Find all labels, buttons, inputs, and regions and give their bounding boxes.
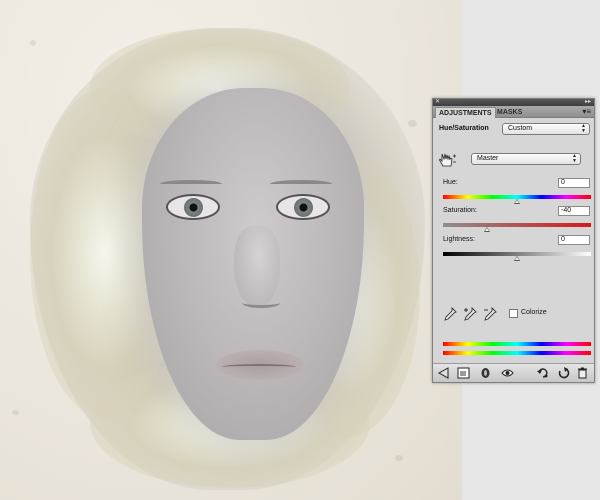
panel-bottom-toolbar bbox=[433, 363, 594, 382]
tab-adjustments[interactable]: ADJUSTMENTS bbox=[435, 107, 496, 118]
expand-view-icon[interactable] bbox=[457, 367, 470, 379]
lightness-slider-thumb[interactable] bbox=[514, 256, 520, 261]
input-color-bar bbox=[443, 342, 591, 346]
paper-speck bbox=[395, 455, 403, 461]
portrait-photo bbox=[30, 28, 425, 490]
view-previous-icon[interactable] bbox=[537, 367, 550, 379]
collapse-icon[interactable]: ▸▸ bbox=[585, 99, 591, 106]
left-iris bbox=[184, 198, 203, 217]
hue-label: Hue: bbox=[443, 179, 458, 186]
left-eye bbox=[166, 194, 220, 220]
hue-slider-thumb[interactable] bbox=[514, 199, 520, 204]
colorize-label: Colorize bbox=[521, 309, 547, 316]
eyedropper-plus-icon[interactable] bbox=[463, 307, 477, 321]
tab-masks[interactable]: MASKS bbox=[494, 107, 525, 118]
lightness-label: Lightness: bbox=[443, 236, 475, 243]
saturation-value-field[interactable]: -40 bbox=[558, 206, 590, 216]
saturation-slider-track[interactable] bbox=[443, 223, 591, 227]
adjustment-title: Hue/Saturation bbox=[439, 125, 489, 132]
right-eyebrow bbox=[270, 180, 332, 188]
nose bbox=[234, 226, 280, 308]
hue-value-field[interactable]: 0 bbox=[558, 178, 590, 188]
paper-speck bbox=[408, 120, 417, 127]
saturation-slider-thumb[interactable] bbox=[484, 227, 491, 232]
eyedropper-icon[interactable] bbox=[443, 307, 457, 321]
reset-icon[interactable] bbox=[557, 367, 570, 379]
right-iris bbox=[294, 198, 313, 217]
saturation-label: Saturation: bbox=[443, 207, 477, 214]
visibility-eye-icon[interactable] bbox=[501, 367, 514, 379]
left-eyebrow bbox=[160, 180, 222, 188]
lip-line bbox=[222, 364, 296, 370]
dropdown-arrows-icon: ▲ ▼ bbox=[572, 153, 577, 164]
back-arrow-icon[interactable] bbox=[437, 367, 450, 379]
lightness-value-field[interactable]: 0 bbox=[558, 235, 590, 245]
channel-value: Master bbox=[477, 155, 499, 162]
panel-menu-icon[interactable]: ▾≡ bbox=[582, 107, 591, 117]
preset-dropdown[interactable]: Custom ▲ ▼ bbox=[502, 123, 590, 135]
trash-icon[interactable] bbox=[576, 367, 589, 379]
paper-speck bbox=[30, 40, 36, 46]
clip-to-layer-icon[interactable] bbox=[479, 367, 492, 379]
panel-titlebar[interactable]: ✕ ▸▸ bbox=[433, 99, 594, 106]
paper-speck bbox=[12, 410, 19, 415]
panel-tabbar: ADJUSTMENTS MASKS ▾≡ bbox=[433, 106, 594, 118]
close-icon[interactable]: ✕ bbox=[435, 99, 440, 106]
colorize-checkbox[interactable] bbox=[509, 309, 518, 318]
document-canvas[interactable] bbox=[0, 0, 462, 500]
nostrils bbox=[242, 298, 280, 308]
right-eye bbox=[276, 194, 330, 220]
adjustments-panel: ✕ ▸▸ ADJUSTMENTS MASKS ▾≡ Hue/Saturation… bbox=[432, 98, 595, 383]
preset-value: Custom bbox=[508, 125, 533, 132]
targeted-adjustment-hand-icon[interactable] bbox=[439, 153, 457, 167]
dropdown-arrows-icon: ▲ ▼ bbox=[581, 123, 586, 134]
eyedropper-minus-icon[interactable] bbox=[483, 307, 497, 321]
output-color-bar bbox=[443, 351, 591, 355]
channel-dropdown[interactable]: Master ▲ ▼ bbox=[471, 153, 581, 165]
